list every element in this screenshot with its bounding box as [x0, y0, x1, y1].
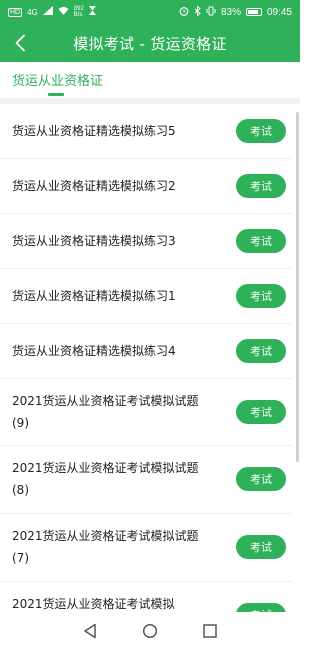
item-title: 货运从业资格证精选模拟练习5	[12, 124, 176, 138]
tab-active-indicator	[48, 93, 64, 96]
item-title: 2021货运从业资格证考试模拟试题(9)	[12, 394, 199, 430]
back-arrow-icon[interactable]	[10, 33, 30, 53]
item-title: 货运从业资格证精选模拟练习3	[12, 234, 176, 248]
carrier-label: HD	[8, 7, 23, 17]
status-right: 83% 09:45	[179, 4, 292, 19]
list-item: 货运从业资格证精选模拟练习2 考试	[0, 159, 292, 214]
list-item: 货运从业资格证精选模拟练习3 考试	[0, 214, 292, 269]
nav-recents-icon[interactable]	[200, 621, 220, 641]
exam-button[interactable]: 考试	[236, 467, 286, 491]
list-item: 2021货运从业资格证考试模拟试题(7) 考试	[0, 514, 292, 582]
network-speed: 892 B/s	[74, 6, 84, 18]
list-item: 2021货运从业资格证考试模拟 考试	[0, 582, 292, 612]
nav-home-icon[interactable]	[140, 621, 160, 641]
vibrate-icon	[206, 6, 216, 19]
bluetooth-icon	[194, 4, 201, 19]
exam-button[interactable]: 考试	[236, 603, 286, 612]
signal-label: 4G	[27, 7, 38, 17]
list-item: 货运从业资格证精选模拟练习4 考试	[0, 324, 292, 379]
item-title: 货运从业资格证精选模拟练习2	[12, 179, 176, 193]
exam-button[interactable]: 考试	[236, 119, 286, 143]
hourglass-icon	[88, 6, 96, 18]
item-title: 2021货运从业资格证考试模拟	[12, 597, 175, 611]
item-title: 货运从业资格证精选模拟练习1	[12, 289, 176, 303]
item-title: 货运从业资格证精选模拟练习4	[12, 344, 176, 358]
system-nav-bar	[0, 612, 300, 650]
exam-button[interactable]: 考试	[236, 229, 286, 253]
exam-button[interactable]: 考试	[236, 174, 286, 198]
exam-button[interactable]: 考试	[236, 339, 286, 363]
scrollbar[interactable]	[296, 112, 299, 462]
nav-back-icon[interactable]	[80, 621, 100, 641]
tab-freight-qualification[interactable]: 货运从业资格证	[12, 70, 103, 89]
list-item: 2021货运从业资格证考试模拟试题(8) 考试	[0, 446, 292, 514]
list-item: 货运从业资格证精选模拟练习1 考试	[0, 269, 292, 324]
exam-list: 货运从业资格证精选模拟练习5 考试 货运从业资格证精选模拟练习2 考试 货运从业…	[0, 104, 300, 612]
exam-button[interactable]: 考试	[236, 284, 286, 308]
page-title: 模拟考试 - 货运资格证	[73, 34, 227, 53]
battery-percent: 83%	[220, 6, 241, 18]
app-header: 模拟考试 - 货运资格证	[0, 24, 300, 62]
tab-bar: 货运从业资格证	[0, 62, 300, 104]
clock-time: 09:45	[266, 6, 292, 18]
list-item: 货运从业资格证精选模拟练习5 考试	[0, 104, 292, 159]
alarm-icon	[179, 6, 189, 19]
list-item: 2021货运从业资格证考试模拟试题(9) 考试	[0, 379, 292, 446]
item-title: 2021货运从业资格证考试模拟试题(7)	[12, 529, 199, 565]
battery-icon	[245, 8, 262, 16]
exam-button[interactable]: 考试	[236, 400, 286, 424]
signal-icon	[42, 6, 53, 18]
speed-unit: B/s	[73, 12, 83, 18]
item-title: 2021货运从业资格证考试模拟试题(8)	[12, 461, 199, 497]
wifi-icon	[58, 6, 69, 18]
exam-button[interactable]: 考试	[236, 535, 286, 559]
status-bar: HD 4G 892 B/s 83% 09:45	[0, 0, 300, 24]
status-left: HD 4G 892 B/s	[8, 6, 96, 18]
